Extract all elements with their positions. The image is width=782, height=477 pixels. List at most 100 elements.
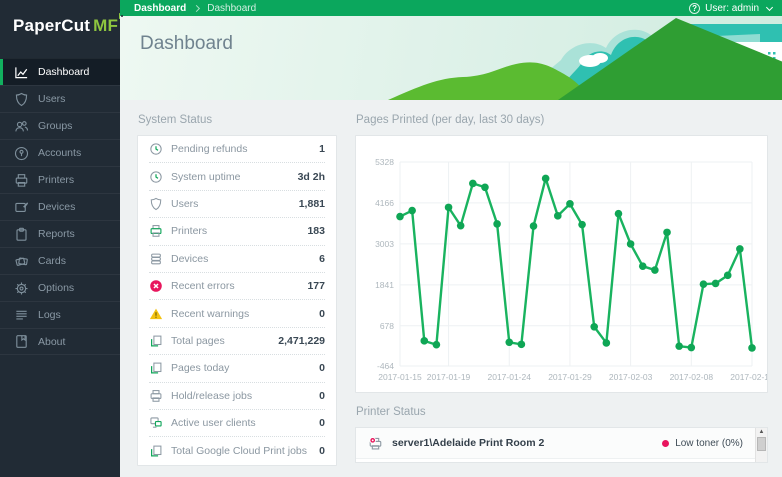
status-dot-icon <box>662 440 669 447</box>
svg-text:-464: -464 <box>377 361 394 371</box>
sidebar-item-options[interactable]: Options <box>0 274 120 301</box>
status-value: 0 <box>319 445 325 457</box>
sidebar-item-users[interactable]: Users <box>0 85 120 112</box>
options-icon <box>14 281 29 296</box>
printer-gray-icon <box>149 389 163 403</box>
sidebar-item-label: Logs <box>38 309 61 321</box>
system-status-section: System Status Pending refunds1System upt… <box>137 112 337 477</box>
pages-icon <box>149 334 163 348</box>
logo-leaf-icon <box>119 13 120 19</box>
hero-banner: Dashboard <box>120 16 782 100</box>
status-row: Total Google Cloud Print jobs 0 <box>149 437 325 464</box>
status-label: Total Google Cloud Print jobs <box>171 445 307 457</box>
svg-text:2017-02-13: 2017-02-13 <box>730 372 767 382</box>
breadcrumb-current[interactable]: Dashboard <box>207 3 256 14</box>
papercut-logo: PaperCut MF <box>0 0 120 54</box>
status-label: Users <box>171 198 198 210</box>
sidebar-item-cards[interactable]: Cards <box>0 247 120 274</box>
logs-icon <box>14 308 29 323</box>
user-label: User: admin <box>705 3 759 14</box>
status-value: 0 <box>319 417 325 429</box>
svg-text:1841: 1841 <box>375 280 394 290</box>
printer-status-title: Printer Status <box>356 406 768 418</box>
sidebar-item-label: Dashboard <box>38 66 89 78</box>
status-label: Pending refunds <box>171 143 247 155</box>
svg-text:2017-01-19: 2017-01-19 <box>427 372 471 382</box>
clock-icon <box>149 170 163 184</box>
printer-list-scrollbar[interactable]: ▲ <box>755 428 767 462</box>
svg-text:5328: 5328 <box>375 157 394 167</box>
sidebar-item-about[interactable]: About <box>0 328 120 355</box>
status-label: System uptime <box>171 171 240 183</box>
status-value: 2,471,229 <box>278 335 325 347</box>
printer-status-section: Printer Status server1\Adelaide Print Ro… <box>355 406 768 463</box>
svg-text:2017-02-03: 2017-02-03 <box>609 372 653 382</box>
clock-icon <box>149 142 163 156</box>
clients-icon <box>149 416 163 430</box>
printer-status-list: server1\Adelaide Print Room 2Low toner (… <box>355 427 768 463</box>
printer-alert-icon <box>368 436 383 451</box>
about-icon <box>14 334 29 349</box>
sidebar-item-reports[interactable]: Reports <box>0 220 120 247</box>
status-value: 1,881 <box>299 198 325 210</box>
breadcrumb-chevron-icon <box>193 4 200 11</box>
status-value: 177 <box>307 280 325 292</box>
printers-icon <box>14 173 29 188</box>
topbar: Dashboard Dashboard ? User: admin <box>120 0 782 16</box>
sidebar-item-accounts[interactable]: Accounts <box>0 139 120 166</box>
status-row: Total pages2,471,229 <box>149 328 325 355</box>
sidebar-item-printers[interactable]: Printers <box>0 166 120 193</box>
help-question-icon[interactable]: ? <box>689 3 700 14</box>
printer-status: Low toner (0%) <box>662 438 743 449</box>
sidebar-item-label: Cards <box>38 255 66 267</box>
sidebar-item-groups[interactable]: Groups <box>0 112 120 139</box>
printer-rows: server1\Adelaide Print Room 2Low toner (… <box>356 428 767 459</box>
svg-text:2017-01-29: 2017-01-29 <box>548 372 592 382</box>
system-status-card: Pending refunds1System uptime3d 2hUsers1… <box>137 135 337 466</box>
sidebar-item-label: About <box>38 336 65 348</box>
pages-printed-title: Pages Printed (per day, last 30 days) <box>356 114 768 126</box>
breadcrumb-root[interactable]: Dashboard <box>134 3 186 14</box>
pages-icon <box>149 444 163 458</box>
main-content: System Status Pending refunds1System upt… <box>120 100 782 477</box>
right-column: Pages Printed (per day, last 30 days) -4… <box>355 112 768 477</box>
status-label: Recent warnings <box>171 308 249 320</box>
scrollbar-thumb[interactable] <box>757 437 766 451</box>
groups-icon <box>14 119 29 134</box>
printer-green-icon <box>149 224 163 238</box>
sidebar-item-devices[interactable]: Devices <box>0 193 120 220</box>
sidebar-item-label: Options <box>38 282 74 294</box>
status-label: Devices <box>171 253 208 265</box>
svg-text:678: 678 <box>380 321 394 331</box>
sidebar-item-label: Devices <box>38 201 75 213</box>
status-label: Printers <box>171 225 207 237</box>
accounts-icon <box>14 146 29 161</box>
status-label: Recent errors <box>171 280 235 292</box>
status-value: 6 <box>319 253 325 265</box>
status-value: 0 <box>319 308 325 320</box>
pages-icon <box>149 361 163 375</box>
sidebar-item-label: Printers <box>38 174 74 186</box>
sidebar-item-label: Reports <box>38 228 75 240</box>
status-value: 1 <box>319 143 325 155</box>
cards-icon <box>14 254 29 269</box>
status-row: Devices 6 <box>149 246 325 273</box>
sidebar-item-dashboard[interactable]: Dashboard <box>0 58 120 85</box>
chevron-down-icon <box>766 3 773 10</box>
reports-icon <box>14 227 29 242</box>
papercut-window: PaperCut MF Dashboard Users GroupsAccounts… <box>0 0 782 477</box>
status-row: Recent errors 177 <box>149 273 325 300</box>
user-menu[interactable]: ? User: admin <box>689 3 772 14</box>
status-row: Pages today0 <box>149 355 325 382</box>
scroll-up-icon[interactable]: ▲ <box>756 428 767 436</box>
sidebar-item-label: Users <box>38 93 65 105</box>
warning-icon <box>149 307 163 321</box>
pages-printed-card: -46467818413003416653282017-01-152017-01… <box>355 135 768 393</box>
printer-row[interactable]: server1\Adelaide Print Room 2Low toner (… <box>356 428 767 459</box>
devices-stack-icon <box>149 252 163 266</box>
dashboard-icon <box>14 65 29 80</box>
status-value: 0 <box>319 390 325 402</box>
svg-text:4166: 4166 <box>375 198 394 208</box>
sidebar-item-logs[interactable]: Logs <box>0 301 120 328</box>
status-value: 0 <box>319 362 325 374</box>
